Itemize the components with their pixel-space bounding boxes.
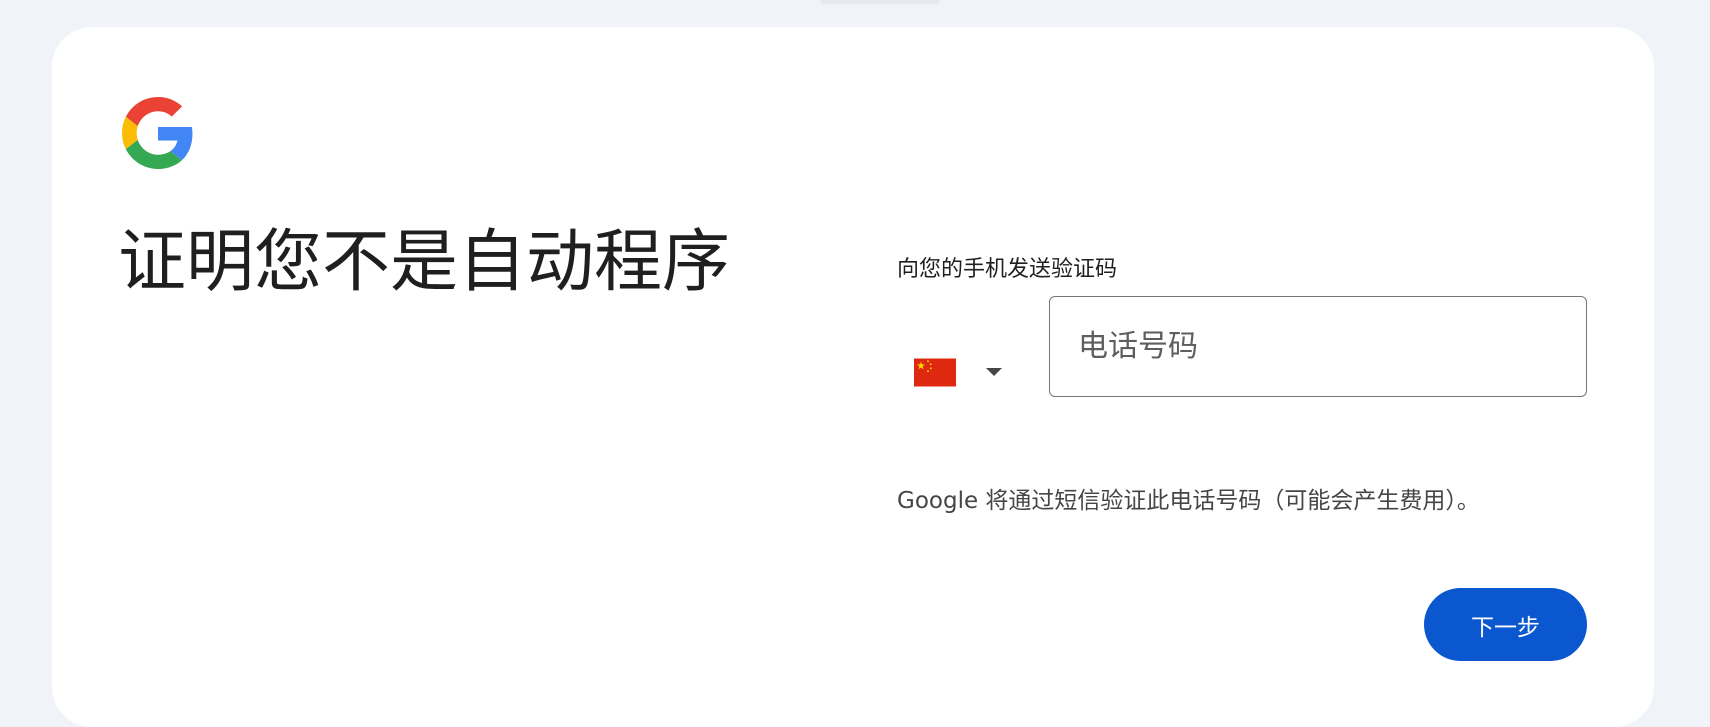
google-g-logo-icon: [122, 97, 193, 169]
sms-notice: Google 将通过短信验证此电话号码（可能会产生费用）。: [897, 488, 1480, 514]
signin-card: 证明您不是自动程序 向您的手机发送验证码 Google 将通过短信验证此电话号码…: [52, 27, 1654, 727]
next-button[interactable]: 下一步: [1424, 588, 1587, 661]
country-code-dropdown[interactable]: [914, 341, 1034, 403]
top-divider: [820, 0, 940, 4]
phone-number-field: [1049, 296, 1587, 397]
china-flag-icon: [914, 358, 956, 386]
page-title: 证明您不是自动程序: [118, 223, 731, 302]
phone-number-input[interactable]: [1050, 297, 1586, 396]
page-subtitle: 向您的手机发送验证码: [897, 257, 1118, 282]
caret-down-icon: [986, 368, 1002, 376]
